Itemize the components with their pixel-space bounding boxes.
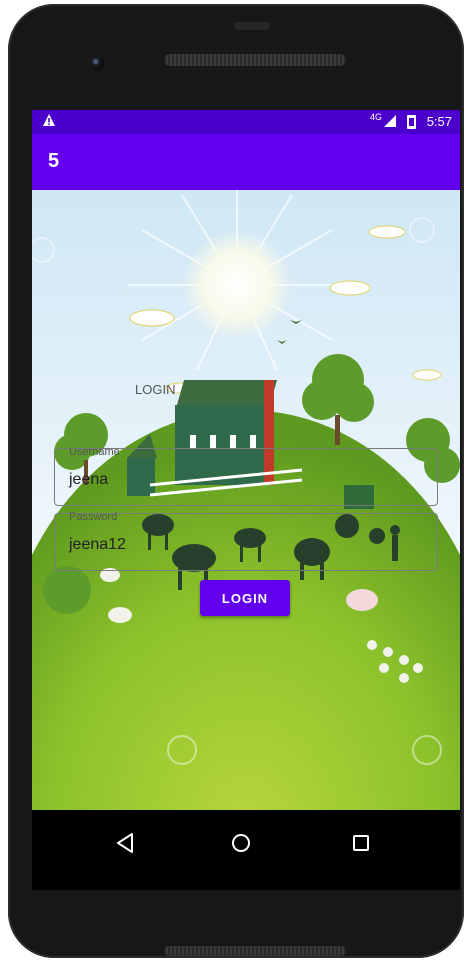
back-icon[interactable] [114,832,136,859]
username-label: Username [69,446,120,458]
battery-icon [407,115,416,129]
bottom-speaker [164,946,346,956]
front-camera [90,56,104,70]
recents-icon[interactable] [350,832,372,859]
earpiece [234,22,270,30]
login-screen: LOGIN Username jeena Password jeena12 LO… [32,190,460,810]
password-label: Password [69,511,118,523]
username-input[interactable]: jeena [69,471,108,489]
app-bar: 5 [32,134,460,190]
network-type: 4G [369,112,382,122]
alert-icon [42,113,56,130]
top-speaker [164,54,346,66]
username-field[interactable]: Username jeena [54,446,438,506]
login-heading: LOGIN [135,382,176,397]
status-bar: 4G 5:57 [32,110,460,134]
login-button[interactable]: LOGIN [200,580,290,616]
clock: 5:57 [426,114,452,129]
navigation-bar [32,810,460,890]
signal-icon [384,115,396,130]
home-icon[interactable] [230,832,252,859]
password-input[interactable]: jeena12 [69,536,126,554]
password-field[interactable]: Password jeena12 [54,511,438,571]
app-title: 5 [48,150,60,172]
screen: 4G 5:57 5 LOGIN Username jeena Password … [32,110,460,890]
